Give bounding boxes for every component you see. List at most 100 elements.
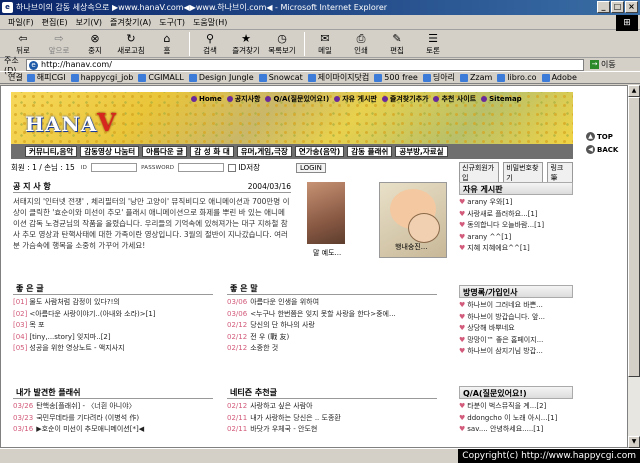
top-nav-item[interactable]: 자유 게시판 (334, 94, 377, 104)
panel-title[interactable]: 좋 은 글 (13, 282, 213, 295)
list-item[interactable]: ♥ 하나브이 삼지기님 방갑... (459, 346, 573, 358)
scroll-up-button[interactable]: ▲ (628, 85, 640, 97)
list-item[interactable]: ♥ 하나브이 방갑습니다. 앞... (459, 312, 573, 324)
link-button[interactable]: 링크 筆 (547, 162, 574, 184)
toolbar-button[interactable]: ⇦ 뒤로 (6, 31, 40, 56)
panel-title[interactable]: 자유 게시판 (459, 182, 573, 195)
nav-tab[interactable]: 감동영상 나눔터 (80, 146, 140, 157)
list-item[interactable]: [03] 목 포 (13, 320, 213, 332)
list-item[interactable]: 03/06 아름다운 인생을 위하여 (227, 297, 437, 309)
menu-tools[interactable]: 도구(T) (155, 17, 189, 28)
list-item[interactable]: [05] 성공을 위한 영상노트 - 액지사지 (13, 343, 213, 355)
list-item[interactable]: 03/26 탄핵송[플래쉬] - 〈너흰 아니야〉 (13, 401, 213, 413)
nav-tab[interactable]: 감동 플래쉬 (347, 146, 393, 157)
toolbar-button[interactable]: ☰ 토론 (416, 31, 450, 56)
join-button[interactable]: 신규회원가입 (459, 162, 500, 184)
top-nav-item[interactable]: 추천 사이트 (433, 94, 476, 104)
cartoon-caption[interactable]: 행내숭진... (395, 242, 427, 252)
list-item[interactable]: 03/16 ▶호순이 미선이 추모애니메이션[*]◀ (13, 424, 213, 436)
link-item[interactable]: 제이마이지닷컴 (307, 72, 369, 83)
address-input[interactable]: e http://hanav.com/ (26, 58, 584, 71)
photo-caption[interactable]: 말 예도... (313, 248, 341, 258)
toolbar-button[interactable]: ⇨ 앞으로 (42, 31, 76, 56)
link-item[interactable]: libro.co (497, 73, 537, 82)
nav-tab[interactable]: 아름다운 글 (142, 146, 188, 157)
list-item[interactable]: [01] 물도 사람처럼 감정이 있다?!의 (13, 297, 213, 309)
toolbar-button[interactable]: ★ 즐겨찾기 (229, 31, 263, 56)
close-button[interactable]: × (625, 1, 638, 13)
link-item[interactable]: Zzam (459, 73, 492, 82)
top-nav-item[interactable]: Sitemap (481, 94, 522, 104)
toolbar-button[interactable]: ↻ 새로고침 (114, 31, 148, 56)
nav-tab[interactable]: 공부방,자료실 (395, 146, 448, 157)
nav-tab[interactable]: 연가송(음악) (294, 146, 345, 157)
toolbar-button[interactable]: ✎ 편집 (380, 31, 414, 56)
toolbar-button[interactable]: ◷ 목록보기 (265, 31, 299, 56)
menu-view[interactable]: 보기(V) (72, 17, 106, 28)
panel-title[interactable]: Q/A(질문있어요!) (459, 386, 573, 399)
link-item[interactable]: 해피CGI (26, 72, 66, 83)
list-item[interactable]: 02/12 사랑하고 싶은 사람아 (227, 401, 437, 413)
panel-title[interactable]: 방명록/가입인사 (459, 285, 573, 298)
list-item[interactable]: ♥ 동의합니다 오늘바람...[1] (459, 220, 573, 232)
top-nav-item[interactable]: Q/A(질문있어요!) (265, 94, 329, 104)
nav-tab[interactable]: 감 성 화 대 (190, 146, 234, 157)
nav-tab[interactable]: 커뮤니티,음악 (25, 146, 78, 157)
list-item[interactable]: 03/06 <누구나 한번쯤은 잊지 못할 사랑을 한다>중에... (227, 309, 437, 321)
link-item[interactable]: 딩아리 (422, 72, 455, 83)
minimize-button[interactable]: _ (597, 1, 610, 13)
scroll-down-button[interactable]: ▼ (628, 436, 640, 448)
list-item[interactable]: ♥ 타분이 벅스뮤직을 계...[2] (459, 401, 573, 413)
toolbar-button[interactable]: ✉ 메일 (308, 31, 342, 56)
password-input[interactable] (178, 163, 225, 172)
top-button[interactable]: ▲ TOP (586, 132, 618, 141)
menu-favorites[interactable]: 즐겨찾기(A) (106, 17, 155, 28)
notice-title[interactable]: 공 지 사 항 (13, 180, 51, 192)
list-item[interactable]: 02/11 바닷가 우체국 - 안도현 (227, 424, 437, 436)
nav-tab[interactable]: 유머,게임,극장 (236, 146, 292, 157)
toolbar-button[interactable]: ⌂ 홈 (150, 31, 184, 56)
go-button[interactable]: → 이동 (590, 59, 616, 70)
top-nav-item[interactable]: 즐겨찾기추가 (381, 94, 428, 104)
toolbar-button[interactable]: ⎙ 인쇄 (344, 31, 378, 56)
toolbar-button[interactable]: ⊗ 중지 (78, 31, 112, 56)
list-item[interactable]: ♥ ddongcho 이 노래 아시...[1] (459, 413, 573, 425)
list-item[interactable]: ♥ 하나브이 그러네요 바쁜... (459, 300, 573, 312)
link-item[interactable]: happycgi_job (70, 73, 133, 82)
scroll-thumb[interactable] (628, 97, 640, 377)
list-item[interactable]: [04] [tiny,...story] 잊지마..[2] (13, 332, 213, 344)
list-item[interactable]: ♥ 망망이™ 좋은 홈페이지... (459, 335, 573, 347)
link-item[interactable]: Snowcat (258, 73, 303, 82)
list-item[interactable]: ♥ sav.... 안녕하세요.....[1] (459, 424, 573, 436)
link-item[interactable]: CGIMALL (138, 73, 184, 82)
list-item[interactable]: ♥ arany 우와[1] (459, 197, 573, 209)
photo-thumbnail[interactable] (307, 182, 345, 244)
save-id-checkbox[interactable] (228, 163, 237, 172)
menu-edit[interactable]: 편집(E) (38, 17, 72, 28)
menu-file[interactable]: 파일(F) (4, 17, 38, 28)
link-item[interactable]: Design Jungle (188, 73, 254, 82)
panel-title[interactable]: 좋 은 말 (227, 282, 437, 295)
top-nav-item[interactable]: Home (191, 94, 222, 104)
link-item[interactable]: Adobe (541, 73, 577, 82)
top-nav-item[interactable]: 공지사항 (226, 94, 260, 104)
toolbar-button[interactable]: ⚲ 검색 (193, 31, 227, 56)
panel-title[interactable]: 내가 발견한 플래쉬 (13, 386, 213, 399)
back-button[interactable]: ◀ BACK (586, 145, 618, 154)
link-item[interactable]: 500 free (374, 73, 418, 82)
list-item[interactable]: 02/12 전 우 (戰 友) (227, 332, 437, 344)
find-password-button[interactable]: 비밀번호찾기 (503, 162, 544, 184)
site-logo[interactable]: HANAV (25, 108, 117, 137)
list-item[interactable]: [02] <아름다운 사랑이야기..(아내와 소라)>[1] (13, 309, 213, 321)
id-input[interactable] (91, 163, 138, 172)
panel-title[interactable]: 네티즌 추천글 (227, 386, 437, 399)
maximize-button[interactable]: □ (611, 1, 624, 13)
list-item[interactable]: ♥ 지혜 지혜에요^^[1] (459, 243, 573, 255)
list-item[interactable]: 02/11 내가 사랑하는 당신은 .. 도종환 (227, 413, 437, 425)
menu-help[interactable]: 도움말(H) (189, 17, 231, 28)
vertical-scrollbar[interactable]: ▲ ▼ (628, 85, 640, 448)
list-item[interactable]: ♥ 사랑새로 플러하요...[1] (459, 209, 573, 221)
login-button[interactable]: LOGIN (296, 162, 326, 173)
list-item[interactable]: 02/12 당신의 단 하나의 사랑 (227, 320, 437, 332)
list-item[interactable]: ♥ 상당해 바뿌네요 (459, 323, 573, 335)
